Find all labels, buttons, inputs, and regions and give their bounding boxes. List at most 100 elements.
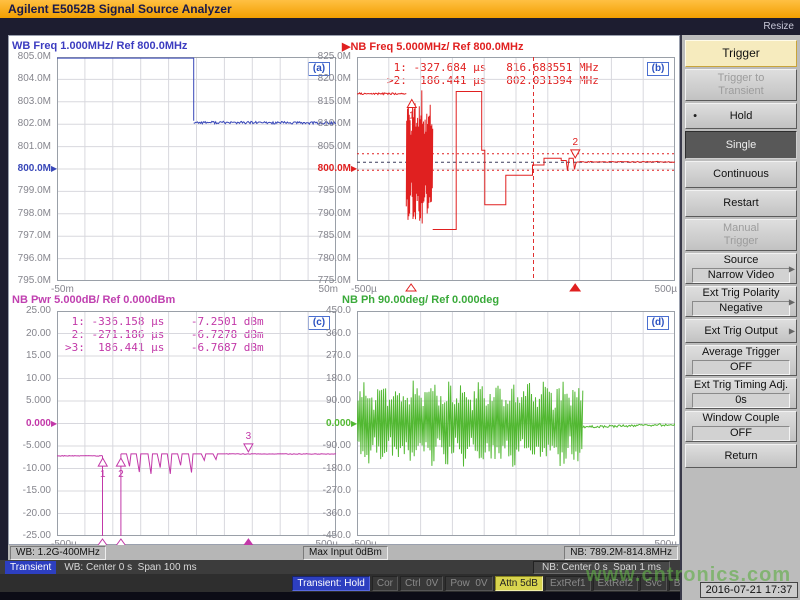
- status-items: Transient: HoldCorCtrl 0VPow 0VAttn 5dBE…: [292, 576, 696, 591]
- y-tick-c-5.000: 5.000: [7, 395, 51, 406]
- status-svc: Svc: [640, 576, 667, 591]
- y-tick-d--450.0: -450.0: [307, 530, 351, 541]
- datetime-display: 2016-07-21 17:37: [700, 582, 798, 598]
- y-tick-a-801.0M: 801.0M: [7, 141, 51, 152]
- y-tick-c-25.00: 25.00: [7, 305, 51, 316]
- marker-1-c: [98, 458, 107, 466]
- softkey-value-window-couple: OFF: [692, 426, 790, 441]
- y-tick-b-795.0M: 795.0M: [307, 185, 351, 196]
- y-tick-b-775.0M: 775.0M: [307, 275, 351, 286]
- status-transient-hold: Transient: Hold: [292, 576, 369, 591]
- status-extref1: ExtRef1: [545, 576, 591, 591]
- max-input-box: Max Input 0dBm: [303, 546, 388, 560]
- softkey-single[interactable]: Single: [685, 131, 797, 159]
- softkey-ext-trig-timing-adj-[interactable]: Ext Trig Timing Adj.0s: [685, 378, 797, 409]
- softkey-continuous[interactable]: Continuous: [685, 161, 797, 188]
- softkey-trigger-to: Trigger toTransient: [685, 69, 797, 101]
- plot-grid-b[interactable]: 12: [357, 57, 675, 293]
- softkey-value-ext-trig-polarity: Negative: [692, 301, 790, 316]
- svg-text:1: 1: [100, 469, 106, 480]
- span-bar: Transient WB: Center 0 s Span 100 ms NB:…: [0, 560, 680, 574]
- y-tick-a-802.0M: 802.0M: [7, 118, 51, 129]
- softkey-ext-trig-polarity[interactable]: Ext Trig PolarityNegative▶: [685, 286, 797, 317]
- y-tick-c--15.00: -15.00: [7, 485, 51, 496]
- y-tick-a-800.0M: 800.0M: [7, 163, 51, 174]
- selected-bullet-icon: ●: [693, 113, 697, 120]
- softkey-return[interactable]: Return: [685, 444, 797, 468]
- y-tick-a-798.0M: 798.0M: [7, 208, 51, 219]
- y-tick-b-810.0M: 810.0M: [307, 118, 351, 129]
- wb-span-text: WB: Center 0 s Span 100 ms: [64, 562, 196, 573]
- y-tick-a-797.0M: 797.0M: [7, 230, 51, 241]
- softkey-average-trigger[interactable]: Average TriggerOFF: [685, 345, 797, 376]
- softkey-ext-trig-output[interactable]: Ext Trig Output▶: [685, 319, 797, 343]
- y-tick-b-780.0M: 780.0M: [307, 253, 351, 264]
- y-tick-b-815.0M: 815.0M: [307, 96, 351, 107]
- y-tick-c--10.00: -10.00: [7, 463, 51, 474]
- submenu-arrow-icon: ▶: [789, 327, 795, 336]
- y-tick-b-825.0M: 825.0M: [307, 51, 351, 62]
- window-strip: Resize: [0, 18, 800, 35]
- svg-text:2: 2: [572, 137, 578, 148]
- y-tick-d--180.0: -180.0: [307, 463, 351, 474]
- softkey-trigger[interactable]: Trigger: [685, 40, 797, 67]
- y-tick-c-10.00: 10.00: [7, 373, 51, 384]
- y-tick-c-15.00: 15.00: [7, 350, 51, 361]
- resize-button[interactable]: Resize: [763, 21, 794, 32]
- marker-3-c: [244, 444, 253, 452]
- y-tick-a-803.0M: 803.0M: [7, 96, 51, 107]
- transient-mode-badge: Transient: [5, 561, 56, 574]
- svg-text:2: 2: [118, 469, 124, 480]
- y-tick-b-800.0M: 800.0M: [307, 163, 351, 174]
- y-tick-d--270.0: -270.0: [307, 485, 351, 496]
- softkey-menu: TriggerTrigger toTransientHold●SingleCon…: [680, 35, 800, 600]
- svg-text:3: 3: [246, 431, 252, 442]
- y-tick-a-799.0M: 799.0M: [7, 185, 51, 196]
- plot-grid-a[interactable]: [57, 57, 336, 293]
- y-tick-c-20.00: 20.00: [7, 328, 51, 339]
- status-ctrl-0v: Ctrl 0V: [400, 576, 443, 591]
- app-title: Agilent E5052B Signal Source Analyzer: [0, 2, 232, 16]
- softkey-source[interactable]: SourceNarrow Video▶: [685, 253, 797, 284]
- y-tick-d-90.00: 90.00: [307, 395, 351, 406]
- y-tick-b-785.0M: 785.0M: [307, 230, 351, 241]
- trace-title-b[interactable]: ▶NB Freq 5.000MHz/ Ref 800.0MHz: [342, 40, 523, 53]
- softkey-hold[interactable]: Hold●: [685, 103, 797, 129]
- y-tick-a-795.0M: 795.0M: [7, 275, 51, 286]
- y-tick-d-270.0: 270.0: [307, 350, 351, 361]
- plot-grid-d[interactable]: [357, 311, 675, 548]
- wb-range-box: WB: 1.2G-400MHz: [10, 546, 106, 560]
- y-tick-b-820.0M: 820.0M: [307, 73, 351, 84]
- status-extref2: ExtRef2: [593, 576, 639, 591]
- y-tick-a-804.0M: 804.0M: [7, 73, 51, 84]
- marker-2-c: [116, 458, 125, 466]
- y-tick-c-0.000: 0.000: [7, 418, 51, 429]
- range-bar: WB: 1.2G-400MHz Max Input 0dBm NB: 789.2…: [8, 545, 680, 560]
- status-attn-5db: Attn 5dB: [495, 576, 543, 591]
- y-tick-c--25.00: -25.00: [7, 530, 51, 541]
- submenu-arrow-icon: ▶: [789, 297, 795, 306]
- title-bar: Agilent E5052B Signal Source Analyzer: [0, 0, 800, 18]
- softkey-window-couple[interactable]: Window CoupleOFF: [685, 411, 797, 442]
- softkey-value-average-trigger: OFF: [692, 360, 790, 375]
- status-pow-0v: Pow 0V: [445, 576, 492, 591]
- svg-text:1: 1: [409, 110, 415, 121]
- softkey-value-source: Narrow Video: [692, 268, 790, 283]
- submenu-arrow-icon: ▶: [789, 264, 795, 273]
- y-tick-c--5.000: -5.000: [7, 440, 51, 451]
- y-tick-b-790.0M: 790.0M: [307, 208, 351, 219]
- softkey-restart[interactable]: Restart: [685, 190, 797, 217]
- softkey-manual: ManualTrigger: [685, 219, 797, 251]
- y-tick-b-805.0M: 805.0M: [307, 141, 351, 152]
- softkey-value-ext-trig-timing-adj-: 0s: [692, 393, 790, 408]
- plot-grid-c[interactable]: 1 2 3: [57, 311, 336, 548]
- nb-range-box: NB: 789.2M-814.8MHz: [564, 546, 678, 560]
- y-tick-a-805.0M: 805.0M: [7, 51, 51, 62]
- y-tick-d-180.0: 180.0: [307, 373, 351, 384]
- y-tick-c--20.00: -20.00: [7, 508, 51, 519]
- y-tick-d--360.0: -360.0: [307, 508, 351, 519]
- trace-title-d[interactable]: NB Ph 90.00deg/ Ref 0.000deg: [342, 294, 499, 306]
- status-cor: Cor: [372, 576, 398, 591]
- y-tick-d--90.00: -90.00: [307, 440, 351, 451]
- y-tick-d-360.0: 360.0: [307, 328, 351, 339]
